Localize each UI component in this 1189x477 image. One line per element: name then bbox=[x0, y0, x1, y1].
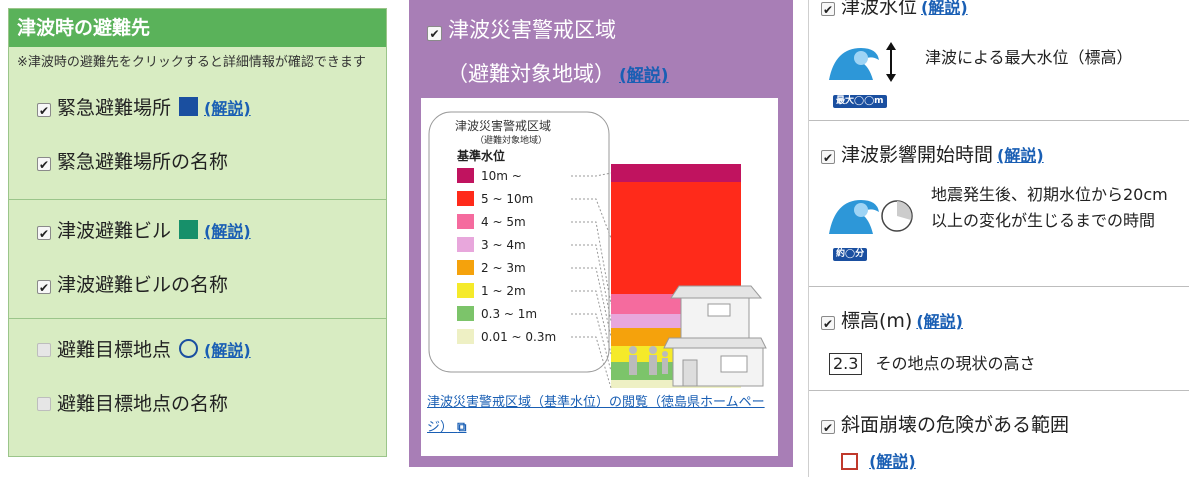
explain-link[interactable]: (解説) bbox=[204, 99, 251, 118]
checkbox-unchecked-icon[interactable] bbox=[37, 397, 51, 411]
legend-label: 10m ~ bbox=[481, 169, 522, 183]
up-down-arrow-icon bbox=[886, 42, 896, 82]
legend-label: 5 ~ 10m bbox=[481, 192, 533, 206]
checkbox-checked-icon[interactable]: ✔ bbox=[427, 26, 442, 41]
legend-swatch bbox=[457, 191, 474, 206]
layer-label: 津波避難ビル bbox=[57, 220, 172, 242]
explain-link[interactable]: (解説) bbox=[921, 0, 968, 17]
prefecture-website-link[interactable]: 津波災害警戒区域（基準水位）の閲覧（徳島県ホームページ） ⧉ bbox=[427, 390, 772, 440]
layer-label: 避難目標地点の名称 bbox=[57, 393, 229, 415]
impact-time-description: 地震発生後、初期水位から20cm以上の変化が生じるまでの時間 bbox=[931, 185, 1168, 230]
legend-swatch bbox=[457, 168, 474, 183]
layer-label: 緊急避難場所の名称 bbox=[57, 151, 229, 173]
checkbox-checked-icon[interactable]: ✔ bbox=[821, 150, 835, 165]
explain-link[interactable]: (解説) bbox=[869, 452, 916, 471]
legend-label: 2 ~ 3m bbox=[481, 261, 526, 275]
max-level-tag: 最大◯◯m bbox=[833, 95, 887, 108]
water-level-legend-figure: 津波災害警戒区域 （避難対象地域） 基準水位 10m ~ 5 ~ 10m 4 ~ 5… bbox=[428, 111, 767, 396]
elevation-example: 2.3 その地点の現状の高さ bbox=[829, 350, 1036, 375]
max-level-description: 津波による最大水位（標高） bbox=[925, 48, 1133, 67]
warning-zone-subtitle: （避難対象地域） (解説) bbox=[409, 44, 793, 88]
layer-label: 緊急避難場所 bbox=[57, 97, 172, 119]
explain-link[interactable]: (解説) bbox=[204, 341, 251, 360]
square-marker-icon bbox=[179, 97, 199, 116]
legend-label: 3 ~ 4m bbox=[481, 238, 526, 252]
evacuation-panel: 津波時の避難先 ※津波時の避難先をクリックすると詳細情報が確認できます ✔ 緊急避… bbox=[8, 8, 387, 457]
checkbox-checked-icon[interactable]: ✔ bbox=[37, 103, 51, 118]
legend-swatch bbox=[457, 283, 474, 298]
slope-toggle[interactable]: ✔ 斜面崩壊の危険がある範囲 bbox=[809, 410, 1069, 437]
legend-label: 4 ~ 5m bbox=[481, 215, 526, 229]
checkbox-unchecked-icon[interactable] bbox=[37, 343, 51, 357]
level-bar-segment bbox=[611, 182, 741, 294]
layer-label: 津波水位 bbox=[841, 0, 918, 18]
elevation-description: その地点の現状の高さ bbox=[875, 354, 1036, 373]
slope-legend: (解説) bbox=[841, 448, 916, 472]
legend-swatch bbox=[457, 306, 474, 321]
checkbox-checked-icon[interactable]: ✔ bbox=[37, 280, 51, 295]
impact-time-tag: 約◯分 bbox=[833, 248, 868, 261]
tsunami-clock-icon bbox=[829, 200, 913, 234]
explain-link[interactable]: (解説) bbox=[204, 222, 251, 241]
warning-zone-title[interactable]: ✔ 津波災害警戒区域 bbox=[409, 0, 793, 44]
checkbox-checked-icon[interactable]: ✔ bbox=[821, 420, 835, 435]
evacuation-panel-title: 津波時の避難先 bbox=[9, 9, 386, 47]
slope-section: ✔ 斜面崩壊の危険がある範囲 (解説) bbox=[809, 390, 1189, 477]
legend-subtitle: （避難対象地域） bbox=[475, 134, 547, 146]
explain-link[interactable]: (解説) bbox=[916, 312, 963, 331]
explain-link[interactable]: (解説) bbox=[997, 146, 1044, 165]
elevation-toggle[interactable]: ✔ 標高(m) (解説) bbox=[809, 306, 963, 333]
level-bar-segment bbox=[611, 164, 741, 182]
title-line2: （避難対象地域） bbox=[447, 62, 615, 86]
layer-options-panel: ✔ 津波水位 (解説) 最大◯◯m 津波による最大水位（標高） ✔ 津波影響開始時間(… bbox=[808, 0, 1189, 477]
layer-label: 津波避難ビルの名称 bbox=[57, 274, 229, 296]
layer-emergency-site[interactable]: ✔ 緊急避難場所 (解説) bbox=[9, 81, 386, 135]
max-level-toggle[interactable]: ✔ 津波水位 (解説) bbox=[809, 0, 968, 19]
circle-marker-icon bbox=[179, 339, 199, 358]
elevation-section: ✔ 標高(m) (解説) 2.3 その地点の現状の高さ bbox=[809, 286, 1189, 391]
layer-label: 津波影響開始時間 bbox=[841, 144, 994, 166]
legend-swatch bbox=[457, 214, 474, 229]
tsunami-wave-icon bbox=[829, 48, 879, 80]
warning-zone-panel: ✔ 津波災害警戒区域 （避難対象地域） (解説) 津波災害警戒区域 （避難対象地域）… bbox=[409, 0, 793, 467]
layer-label: 避難目標地点 bbox=[57, 339, 172, 361]
layer-target-point[interactable]: 避難目標地点 (解説) bbox=[9, 323, 386, 377]
external-link-icon: ⧉ bbox=[457, 420, 467, 435]
explain-link[interactable]: (解説) bbox=[619, 66, 669, 86]
layer-emergency-site-name[interactable]: ✔ 緊急避難場所の名称 bbox=[9, 135, 386, 189]
title-line1: 津波災害警戒区域 bbox=[448, 18, 616, 42]
checkbox-checked-icon[interactable]: ✔ bbox=[37, 157, 51, 172]
layer-label: 標高(m) bbox=[841, 310, 913, 332]
layer-tsunami-building[interactable]: ✔ 津波避難ビル (解説) bbox=[9, 204, 386, 258]
impact-time-toggle[interactable]: ✔ 津波影響開始時間 (解説) bbox=[809, 140, 1044, 167]
legend-label: 0.3 ~ 1m bbox=[481, 307, 537, 321]
legend-label: 0.01 ~ 0.3m bbox=[481, 330, 556, 344]
layer-target-point-name[interactable]: 避難目標地点の名称 bbox=[9, 377, 386, 431]
legend-image: 津波災害警戒区域 （避難対象地域） 基準水位 10m ~ 5 ~ 10m 4 ~ 5… bbox=[421, 98, 778, 456]
square-marker-icon bbox=[179, 220, 199, 239]
layer-label: 斜面崩壊の危険がある範囲 bbox=[841, 414, 1070, 436]
max-level-section: ✔ 津波水位 (解説) 最大◯◯m 津波による最大水位（標高） bbox=[809, 0, 1189, 121]
checkbox-checked-icon[interactable]: ✔ bbox=[821, 2, 835, 17]
checkbox-checked-icon[interactable]: ✔ bbox=[821, 316, 835, 331]
footer-link-text[interactable]: 津波災害警戒区域（基準水位）の閲覧（徳島県ホームページ） bbox=[427, 395, 765, 435]
legend-swatch bbox=[457, 329, 474, 344]
checkbox-checked-icon[interactable]: ✔ bbox=[37, 226, 51, 241]
legend-heading: 基準水位 bbox=[456, 148, 505, 163]
slope-square-icon bbox=[841, 453, 858, 470]
impact-time-section: ✔ 津波影響開始時間 (解説) 約◯分 地震発生後、初期水位から20cm以上の変化が… bbox=[809, 120, 1189, 287]
legend-label: 1 ~ 2m bbox=[481, 284, 526, 298]
legend-title: 津波災害警戒区域 bbox=[455, 118, 551, 133]
elevation-value-box: 2.3 bbox=[829, 353, 863, 375]
evacuation-note: ※津波時の避難先をクリックすると詳細情報が確認できます bbox=[17, 55, 366, 70]
legend-swatch bbox=[457, 237, 474, 252]
legend-swatch bbox=[457, 260, 474, 275]
layer-tsunami-building-name[interactable]: ✔ 津波避難ビルの名称 bbox=[9, 258, 386, 312]
